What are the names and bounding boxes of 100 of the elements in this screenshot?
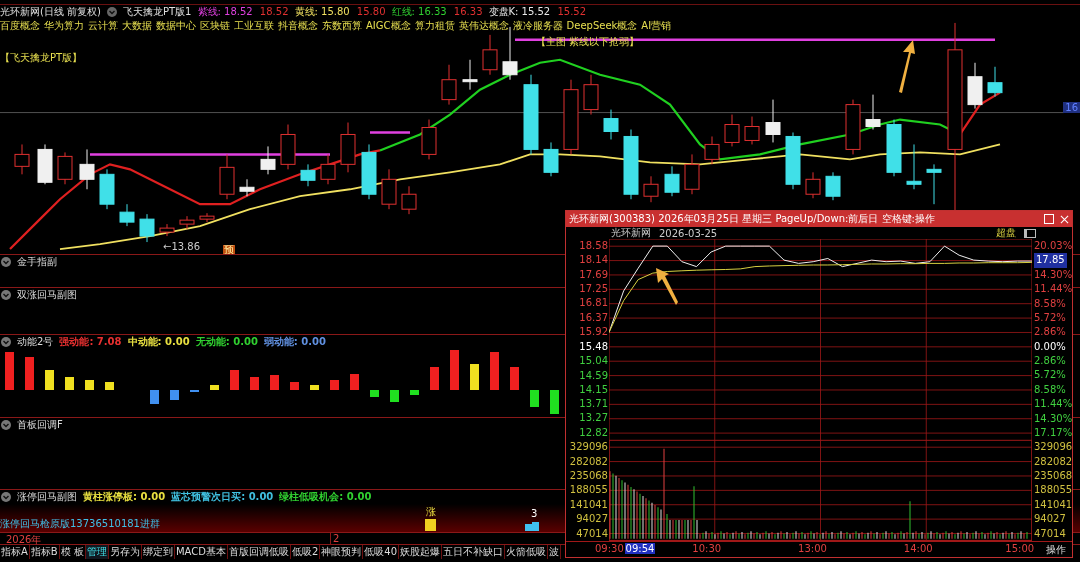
indicator-tab[interactable]: 另存为 (108, 545, 142, 559)
candle (99, 168, 115, 210)
indicator-tab[interactable]: 低吸40 (363, 545, 399, 559)
axis-label: 14.15 (579, 382, 608, 397)
axis-label: 14.30% (1034, 411, 1073, 426)
axis-label: 13.71 (579, 397, 608, 412)
candle (421, 119, 437, 160)
collapse-icon[interactable] (1, 336, 11, 347)
candle (462, 59, 478, 91)
indicator-tab[interactable]: 指标A (0, 545, 30, 559)
action-button[interactable]: 操作 (1046, 543, 1066, 557)
indicator-tab[interactable]: 神眼预判 (320, 545, 364, 559)
count-marker: 3 (531, 508, 538, 519)
axis-label: 16.81 (579, 296, 608, 311)
limit-up-bar (425, 519, 436, 531)
collapse-icon[interactable] (1, 289, 11, 300)
axis-label: 94027 (1034, 512, 1066, 527)
collapse-icon[interactable] (1, 256, 11, 267)
axis-label: 2.86% (1034, 325, 1066, 340)
indicator-tab[interactable]: 绑定到 (141, 545, 175, 559)
legend-value: 弱动能: 0.00 (263, 334, 326, 349)
candle (967, 62, 983, 110)
close-icon[interactable] (1060, 214, 1069, 224)
candle (199, 212, 215, 223)
axis-label: 17.17% (1034, 425, 1073, 440)
candle (724, 114, 740, 147)
indicator-tab[interactable]: 低吸2 (290, 545, 321, 559)
concept-tag: 液冷服务器 (512, 19, 563, 33)
legend-value: 黄柱涨停板: 0.00 (83, 489, 166, 504)
axis-label: 141041 (569, 497, 608, 512)
legend-value: 无动能: 0.00 (195, 334, 258, 349)
dropdown-icon[interactable] (107, 7, 117, 17)
panel-toggle-icon[interactable] (1024, 228, 1036, 238)
candle (361, 143, 377, 200)
candle (906, 143, 922, 190)
collapse-icon[interactable] (1, 419, 11, 430)
concept-tag: 区块链 (200, 19, 230, 33)
indicator-tab[interactable]: 五日不补缺口 (442, 545, 505, 559)
promo-text: 涨停回马枪原版13736510181进群 (0, 517, 160, 531)
time-label: 14:00 (903, 543, 933, 554)
arrow-annotation (897, 38, 917, 94)
indicator-tab[interactable]: 管理 (85, 545, 109, 559)
axis-label: 20.03% (1034, 239, 1073, 253)
axis-label: 15.48 (579, 339, 608, 354)
concept-tag: 大数据 (122, 19, 152, 33)
axis-label: 17.69 (579, 267, 608, 282)
indicator-tab[interactable]: 妖股起爆 (399, 545, 442, 559)
axis-label: 5.72% (1034, 368, 1066, 383)
window-title: 光环新网(300383) 2026年03月25日 星期三 PageUp/Down:前后日 空格键:操作 (569, 212, 936, 226)
indicator-tab[interactable]: 模 板 (59, 545, 86, 559)
concept-tag: 抖音概念 (278, 19, 318, 33)
legend-value: 紫线: 18.52 18.52 (197, 5, 289, 19)
axis-label: 235068 (569, 469, 608, 484)
axis-label: 47014 (576, 526, 608, 541)
axis-label: 2.86% (1034, 354, 1066, 368)
candle (159, 223, 175, 237)
candle (381, 168, 397, 210)
signal-marker: 预 (223, 245, 235, 255)
candle (704, 135, 720, 165)
indicator-tab[interactable]: 波 (548, 545, 561, 559)
legend-value: 红线: 16.33 16.33 (391, 5, 483, 19)
axis-label: 11.44% (1034, 397, 1073, 412)
resistance-line (370, 131, 410, 134)
concept-tag: 东数西算 (322, 19, 362, 33)
time-label: 15:00 (1005, 543, 1035, 554)
maximize-icon[interactable] (1044, 214, 1054, 224)
chart-date: 2026-03-25 (659, 227, 718, 239)
legend-value: 蓝芯预警次日买: 0.00 (171, 489, 274, 504)
axis-label: 141041 (1034, 497, 1073, 512)
limit-up-marker: 涨 (426, 505, 436, 519)
indicator-tag: 【飞天擒龙PT版】 (0, 51, 1080, 65)
candle (260, 145, 276, 175)
concept-tag: AIGC概念 (366, 19, 411, 33)
axis-label: 188055 (569, 483, 608, 498)
candle (583, 74, 599, 116)
axis-label: 329096 (569, 440, 608, 455)
candle (482, 34, 498, 76)
indicator-tab[interactable]: 首版回调低吸 (227, 545, 291, 559)
date-label: 2 (330, 533, 340, 544)
axis-label: 14.59 (579, 368, 608, 383)
candle (845, 99, 861, 155)
candle (300, 163, 316, 187)
candle (320, 153, 336, 185)
candle (543, 141, 559, 177)
candle (441, 64, 457, 106)
candle (340, 122, 356, 173)
indicator-tab[interactable]: 火箭低吸 (505, 545, 548, 559)
time-label: 09:54 (624, 543, 656, 554)
price-tag: 16 (1063, 102, 1080, 113)
arrow-annotation (654, 267, 678, 307)
indicator-tab[interactable]: MACD基本 (174, 545, 228, 559)
panel-title: 双涨回马副图 (17, 287, 77, 302)
axis-label: 5.72% (1034, 310, 1066, 325)
axis-label: 17.25 (579, 282, 608, 297)
candle (926, 163, 942, 205)
axis-label: 329096 (1034, 440, 1073, 455)
indicator-tab[interactable]: 指标B (29, 545, 60, 559)
time-label: 10:30 (692, 543, 722, 554)
stock-title: 光环新网(日线 前复权) (0, 5, 101, 19)
collapse-icon[interactable] (1, 491, 11, 502)
